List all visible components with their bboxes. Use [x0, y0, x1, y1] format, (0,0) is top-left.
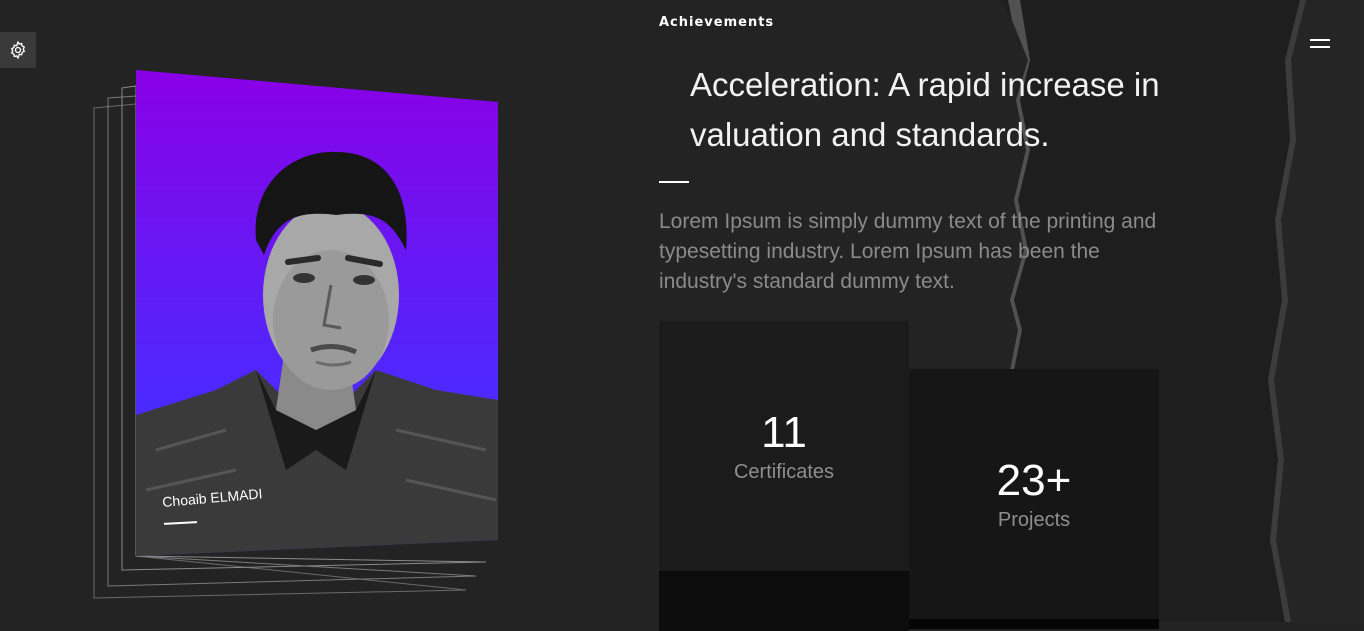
stat-value: 11 — [761, 408, 807, 457]
headline-divider — [659, 181, 689, 183]
stat-certificates: 11 Certificates — [659, 321, 909, 571]
stat-label: Certificates — [733, 461, 835, 483]
stat-box-placeholder — [909, 619, 1159, 629]
menu-button[interactable] — [1308, 36, 1334, 54]
portrait-photo — [136, 70, 498, 556]
stat-projects: 23+ Projects — [909, 369, 1159, 619]
headline: Acceleration: A rapid increase in valuat… — [690, 66, 1160, 153]
section-label: Achievements — [659, 15, 775, 30]
body-text: Lorem Ipsum is simply dummy text of the … — [659, 210, 1157, 293]
menu-line — [1310, 39, 1330, 41]
menu-line — [1310, 46, 1330, 48]
stat-value: 23+ — [996, 456, 1072, 505]
portrait-stack: Choaib ELMADI — [0, 0, 560, 622]
stat-box-placeholder — [659, 571, 909, 631]
stat-label: Projects — [997, 509, 1071, 531]
